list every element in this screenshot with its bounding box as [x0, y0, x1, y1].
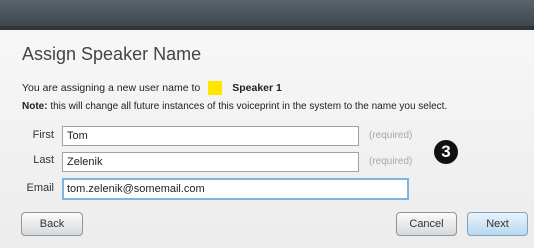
last-name-required-hint: (required): [369, 156, 413, 167]
dialog-title: Assign Speaker Name: [22, 44, 202, 64]
next-button[interactable]: Next: [467, 212, 528, 236]
note-label: Note:: [22, 101, 48, 112]
assign-speaker-dialog: Assign Speaker Name You are assigning a …: [0, 30, 534, 248]
first-name-input[interactable]: [62, 126, 359, 146]
email-input[interactable]: [62, 178, 409, 200]
speaker-name: Speaker 1: [232, 82, 282, 94]
assign-message-text: You are assigning a new user name to: [22, 82, 201, 94]
speaker-color-swatch: [208, 81, 223, 95]
window-header-bar: [0, 0, 534, 26]
cancel-button[interactable]: Cancel: [396, 212, 457, 236]
back-button[interactable]: Back: [21, 212, 83, 236]
last-name-input[interactable]: [62, 152, 359, 172]
assign-message: You are assigning a new user name to Spe…: [22, 81, 282, 95]
note-body: this will change all future instances of…: [50, 101, 448, 112]
email-label: Email: [26, 182, 54, 194]
note-text: Note: this will change all future instan…: [22, 101, 447, 112]
first-name-label: First: [32, 129, 54, 141]
step-number-badge: 3: [434, 140, 458, 164]
first-name-required-hint: (required): [369, 130, 413, 141]
last-name-label: Last: [33, 154, 54, 166]
